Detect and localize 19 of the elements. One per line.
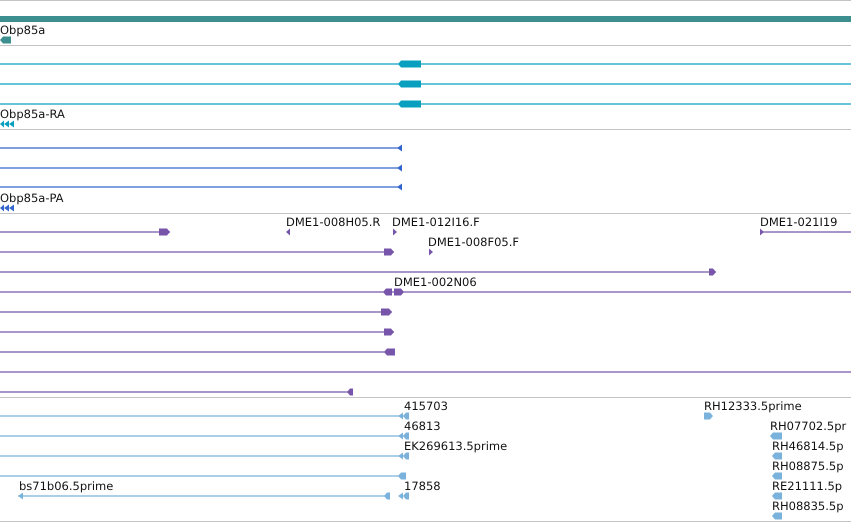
feature-label: 415703	[404, 399, 448, 413]
feature-label: DME1-012I16.F	[392, 215, 480, 229]
feature-label: RH12333.5prime	[704, 399, 802, 413]
feature-label: bs71b06.5prime	[19, 479, 114, 493]
feature-label: RE21111.5p	[772, 479, 842, 493]
feature-label: 17858	[404, 479, 441, 493]
feature-label: RH46814.5p	[772, 439, 844, 453]
feature-label: DME1-002N06	[394, 275, 477, 289]
feature-label: RH07702.5pr	[770, 419, 846, 433]
feature-label: RH08875.5p	[772, 459, 844, 473]
feature-label: EK269613.5prime	[404, 439, 508, 453]
feature-label: DME1-021I19	[760, 215, 838, 229]
feature-label: 46813	[404, 419, 441, 433]
feature-label: RH08835.5p	[772, 499, 844, 513]
feature-label: DME1-008F05.F	[428, 235, 519, 249]
feature-label: Obp85a-RA	[0, 107, 65, 121]
feature-label: DME1-008H05.R	[286, 215, 380, 229]
feature-label: Obp85a-PA	[0, 191, 64, 205]
feature-label: Obp85a	[0, 23, 46, 37]
